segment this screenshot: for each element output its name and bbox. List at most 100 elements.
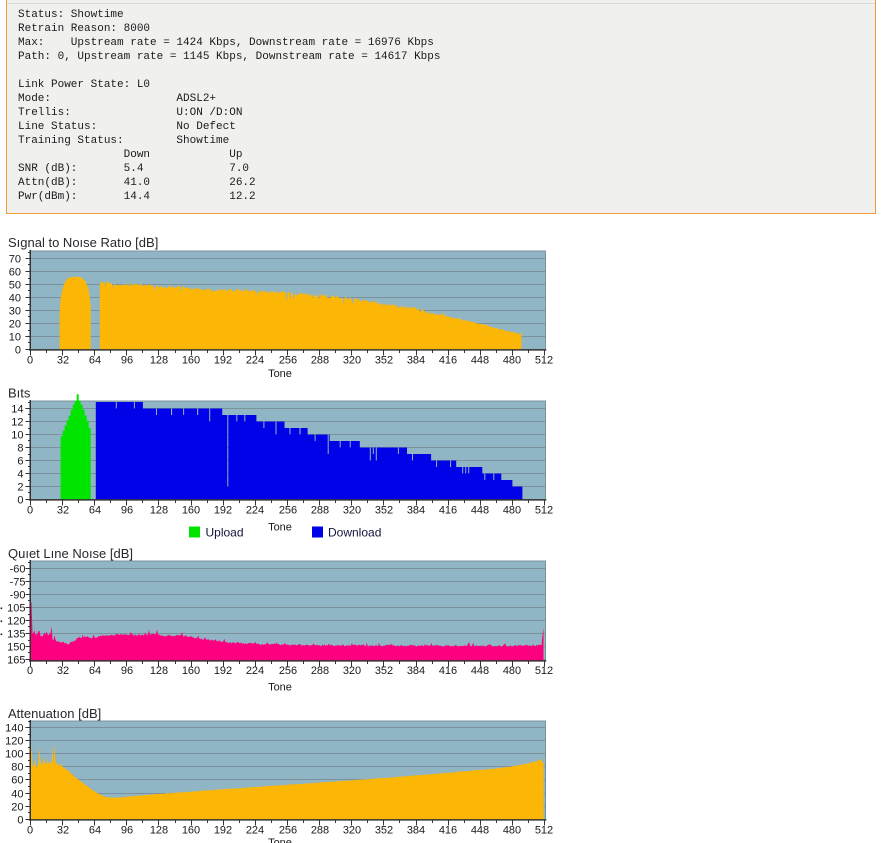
svg-text:0: 0	[27, 825, 33, 837]
svg-text:448: 448	[471, 355, 489, 367]
svg-text:0: 0	[17, 815, 23, 827]
svg-text:Bıts: Bıts	[8, 386, 31, 401]
svg-text:40: 40	[9, 293, 21, 305]
svg-text:0: 0	[17, 495, 23, 507]
svg-text:20: 20	[9, 319, 21, 331]
svg-text:60: 60	[9, 267, 21, 279]
svg-text:416: 416	[439, 825, 457, 837]
svg-text:224: 224	[246, 505, 264, 517]
svg-text:150: 150	[7, 642, 25, 654]
svg-text:128: 128	[150, 355, 168, 367]
svg-text:0: 0	[27, 665, 33, 677]
svg-text:Upload: Upload	[206, 526, 244, 540]
svg-text:135: 135	[7, 629, 25, 641]
svg-text:320: 320	[343, 505, 361, 517]
svg-text:512: 512	[535, 665, 553, 677]
svg-text:192: 192	[214, 355, 232, 367]
svg-text:-75: -75	[10, 577, 26, 589]
svg-text:320: 320	[343, 355, 361, 367]
svg-text:384: 384	[407, 355, 425, 367]
svg-text:105: 105	[7, 603, 25, 615]
svg-text:2: 2	[17, 482, 23, 494]
svg-text:416: 416	[439, 505, 457, 517]
svg-text:352: 352	[375, 355, 393, 367]
svg-text:256: 256	[279, 355, 297, 367]
svg-text:-60: -60	[10, 564, 26, 576]
svg-text:Tone: Tone	[268, 522, 292, 534]
svg-text:140: 140	[5, 723, 23, 735]
svg-text:0: 0	[27, 355, 33, 367]
svg-text:14: 14	[11, 404, 23, 416]
svg-text:120: 120	[5, 736, 23, 748]
svg-text:192: 192	[214, 505, 232, 517]
svg-text:64: 64	[89, 355, 101, 367]
svg-text:448: 448	[471, 665, 489, 677]
svg-text:288: 288	[311, 505, 329, 517]
svg-text:256: 256	[279, 825, 297, 837]
svg-text:96: 96	[121, 825, 133, 837]
svg-text:288: 288	[311, 355, 329, 367]
svg-text:Sıgnal to Noıse Ratıo [dB]: Sıgnal to Noıse Ratıo [dB]	[8, 235, 158, 250]
svg-text:10: 10	[11, 430, 23, 442]
svg-text:Download: Download	[328, 526, 381, 540]
svg-text:40: 40	[11, 789, 23, 801]
svg-text:224: 224	[246, 665, 264, 677]
svg-text:480: 480	[503, 665, 521, 677]
svg-text:512: 512	[535, 825, 553, 837]
svg-text:224: 224	[246, 825, 264, 837]
svg-text:165: 165	[7, 655, 25, 667]
svg-text:352: 352	[375, 665, 393, 677]
svg-text:384: 384	[407, 505, 425, 517]
svg-text:256: 256	[279, 505, 297, 517]
svg-text:96: 96	[121, 505, 133, 517]
svg-text:20: 20	[11, 802, 23, 814]
svg-text:6: 6	[17, 456, 23, 468]
svg-text:60: 60	[11, 775, 23, 787]
svg-text:288: 288	[311, 665, 329, 677]
svg-text:30: 30	[9, 306, 21, 318]
svg-text:256: 256	[279, 665, 297, 677]
svg-text:Tone: Tone	[268, 682, 292, 694]
svg-text:128: 128	[150, 825, 168, 837]
svg-text:4: 4	[17, 469, 23, 481]
svg-text:32: 32	[57, 505, 69, 517]
svg-text:128: 128	[150, 505, 168, 517]
svg-text:192: 192	[214, 825, 232, 837]
svg-text:416: 416	[439, 665, 457, 677]
svg-text:352: 352	[375, 505, 393, 517]
svg-text:512: 512	[535, 505, 553, 517]
svg-text:32: 32	[57, 355, 69, 367]
svg-text:Attenuatıon [dB]: Attenuatıon [dB]	[8, 706, 101, 721]
svg-text:Quıet Lıne Noıse [dB]: Quıet Lıne Noıse [dB]	[8, 546, 133, 561]
svg-text:448: 448	[471, 505, 489, 517]
svg-text:512: 512	[535, 355, 553, 367]
svg-text:384: 384	[407, 665, 425, 677]
svg-text:192: 192	[214, 665, 232, 677]
svg-text:416: 416	[439, 355, 457, 367]
svg-text:320: 320	[343, 825, 361, 837]
svg-text:-90: -90	[10, 590, 26, 602]
svg-text:384: 384	[407, 825, 425, 837]
svg-text:50: 50	[9, 280, 21, 292]
svg-text:160: 160	[182, 355, 200, 367]
svg-text:480: 480	[503, 505, 521, 517]
svg-text:0: 0	[27, 505, 33, 517]
svg-text:8: 8	[17, 443, 23, 455]
svg-text:288: 288	[311, 825, 329, 837]
svg-text:224: 224	[246, 355, 264, 367]
svg-text:64: 64	[89, 505, 101, 517]
svg-text:32: 32	[57, 665, 69, 677]
svg-text:0: 0	[15, 345, 21, 357]
svg-text:10: 10	[9, 332, 21, 344]
svg-text:160: 160	[182, 825, 200, 837]
svg-text:64: 64	[89, 665, 101, 677]
svg-text:128: 128	[150, 665, 168, 677]
svg-text:96: 96	[121, 355, 133, 367]
svg-text:480: 480	[503, 825, 521, 837]
svg-text:64: 64	[89, 825, 101, 837]
svg-text:160: 160	[182, 665, 200, 677]
svg-text:12: 12	[11, 417, 23, 429]
svg-text:352: 352	[375, 825, 393, 837]
svg-text:448: 448	[471, 825, 489, 837]
svg-text:480: 480	[503, 355, 521, 367]
